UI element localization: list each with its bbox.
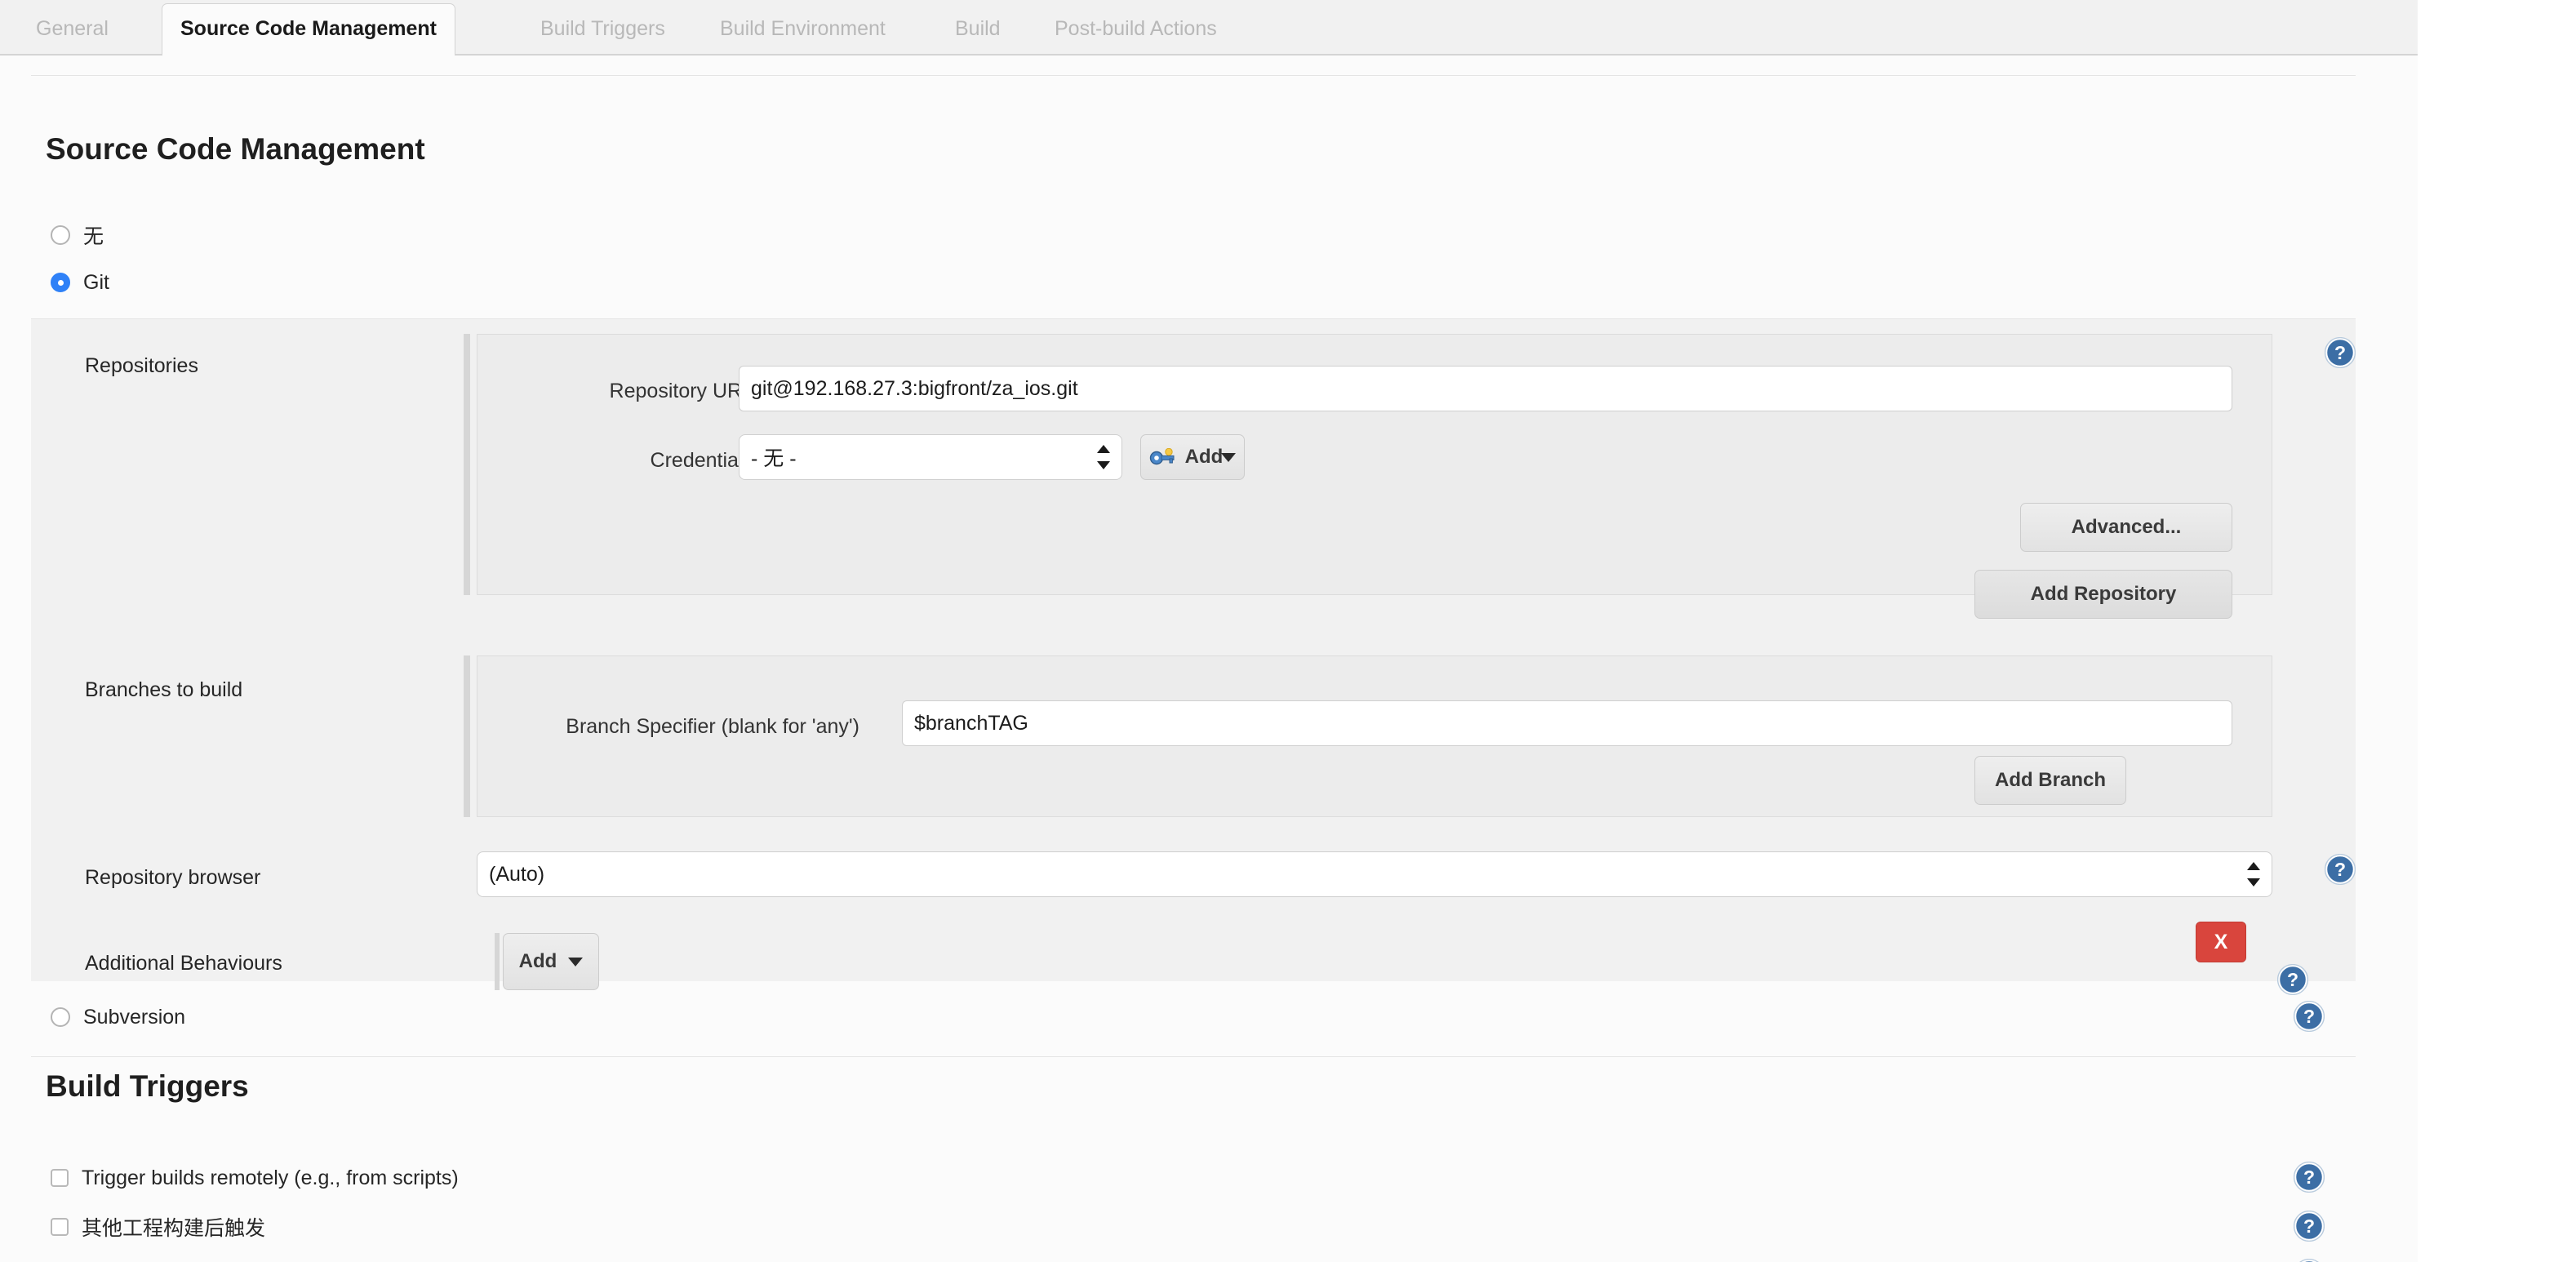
help-icon: ? [2293, 1000, 2325, 1033]
svg-text:?: ? [2334, 859, 2346, 880]
radio-git[interactable] [51, 273, 70, 292]
checkbox-trigger-after-other-projects[interactable] [51, 1218, 69, 1236]
radio-subversion[interactable] [51, 1007, 70, 1027]
scm-option-none[interactable]: 无 [51, 219, 104, 251]
select-arrows-icon [1097, 443, 1110, 471]
select-arrows-icon [2247, 860, 2260, 888]
delete-branch-button[interactable]: X [2196, 922, 2246, 962]
tab-post-build-actions[interactable]: Post-build Actions [1037, 3, 1235, 56]
credentials-select[interactable]: - 无 - [739, 434, 1122, 480]
chevron-down-icon [1221, 452, 1237, 462]
tab-build-triggers[interactable]: Build Triggers [522, 3, 683, 56]
divider-build-triggers-top [31, 1056, 2356, 1057]
trigger-after-other-projects-help-icon[interactable]: ? [2293, 1210, 2325, 1242]
credentials-label: Credentials [650, 449, 753, 472]
config-tab-bar: General Source Code Management Build Tri… [0, 0, 2418, 56]
additional-behaviours-handle[interactable] [495, 933, 500, 990]
additional-behaviours-label: Additional Behaviours [85, 952, 282, 975]
trigger-remote-build[interactable]: Trigger builds remotely (e.g., from scri… [51, 1162, 459, 1194]
add-branch-label: Add Branch [1994, 769, 2106, 791]
svg-text:?: ? [2287, 969, 2298, 990]
help-icon: ? [2324, 853, 2356, 886]
repository-url-input[interactable] [739, 366, 2232, 411]
tab-build[interactable]: Build [937, 3, 1019, 56]
advanced-label: Advanced... [2071, 516, 2182, 538]
repositories-help-icon[interactable]: ? [2324, 336, 2356, 369]
add-repository-button[interactable]: Add Repository [1974, 570, 2232, 619]
scm-option-none-label: 无 [83, 225, 104, 248]
trigger-remote-build-help-icon[interactable]: ? [2293, 1161, 2325, 1193]
repository-browser-select[interactable]: (Auto) [477, 851, 2272, 897]
repository-browser-label: Repository browser [85, 866, 261, 889]
repository-url-label: Repository URL [609, 380, 753, 402]
help-icon: ? [2293, 1210, 2325, 1242]
branch-drag-handle[interactable] [464, 655, 470, 817]
scm-option-git-label: Git [83, 270, 109, 294]
divider-scm-top [31, 75, 2356, 76]
trigger-remote-build-label: Trigger builds remotely (e.g., from scri… [82, 1166, 459, 1189]
tab-source-code-management[interactable]: Source Code Management [162, 3, 455, 56]
repositories-label: Repositories [85, 354, 198, 377]
scm-option-git[interactable]: Git [51, 266, 109, 299]
help-icon: ? [2299, 1258, 2319, 1262]
repository-panel: Repository URL Credentials - 无 - [477, 334, 2272, 619]
delete-branch-label: X [2214, 930, 2228, 953]
subversion-help-icon[interactable]: ? [2293, 1000, 2325, 1033]
tab-build-environment[interactable]: Build Environment [702, 3, 904, 56]
section-title-build-triggers: Build Triggers [46, 1069, 249, 1103]
jenkins-config-page: General Source Code Management Build Tri… [0, 0, 2576, 1262]
add-credentials-button[interactable]: Add [1140, 434, 1245, 480]
branches-panel: Branch Specifier (blank for 'any') Add B… [477, 655, 2272, 817]
svg-text:?: ? [2303, 1215, 2315, 1237]
repository-browser-help-icon[interactable]: ? [2324, 853, 2356, 886]
checkbox-trigger-remote-build[interactable] [51, 1169, 69, 1187]
help-icon: ? [2293, 1161, 2325, 1193]
help-icon: ? [2276, 963, 2309, 996]
additional-behaviours-add-label: Add [518, 950, 557, 972]
advanced-button[interactable]: Advanced... [2020, 503, 2232, 552]
repository-browser-value: (Auto) [489, 862, 545, 886]
git-settings-block: Repositories Repository URL Credentials … [31, 318, 2356, 996]
add-branch-button[interactable]: Add Branch [1974, 756, 2126, 805]
svg-text:?: ? [2303, 1166, 2315, 1188]
credentials-selected-value: - 无 - [751, 447, 797, 470]
trigger-scheduled-build-help-icon[interactable]: ? [2294, 1258, 2325, 1262]
add-credentials-label: Add [1184, 446, 1224, 468]
branch-specifier-label: Branch Specifier (blank for 'any') [566, 715, 859, 738]
add-repository-label: Add Repository [2030, 583, 2177, 605]
svg-text:?: ? [2303, 1006, 2315, 1027]
trigger-scheduled-build[interactable]: 定时构建 [51, 1259, 163, 1262]
branch-specifier-input[interactable] [902, 700, 2232, 746]
branch-specifier-help-icon[interactable]: ? [2276, 963, 2309, 996]
branches-to-build-label: Branches to build [85, 678, 243, 701]
trigger-after-other-projects[interactable]: 其他工程构建后触发 [51, 1211, 265, 1243]
trigger-after-other-projects-label: 其他工程构建后触发 [82, 1217, 266, 1240]
key-icon [1149, 448, 1175, 465]
help-icon: ? [2324, 336, 2356, 369]
scm-option-subversion-label: Subversion [83, 1005, 186, 1029]
radio-none[interactable] [51, 225, 70, 245]
config-body: Source Code Management 无 Git Repositorie… [0, 56, 2418, 1262]
scm-option-subversion[interactable]: Subversion [51, 1001, 185, 1033]
repository-drag-handle[interactable] [464, 334, 470, 595]
config-content-column: General Source Code Management Build Tri… [0, 0, 2418, 1262]
additional-behaviours-add-button[interactable]: Add [503, 933, 599, 990]
svg-text:?: ? [2334, 342, 2346, 363]
tab-general[interactable]: General [18, 3, 127, 56]
chevron-down-icon [568, 957, 584, 966]
section-title-source-code-management: Source Code Management [46, 132, 425, 166]
